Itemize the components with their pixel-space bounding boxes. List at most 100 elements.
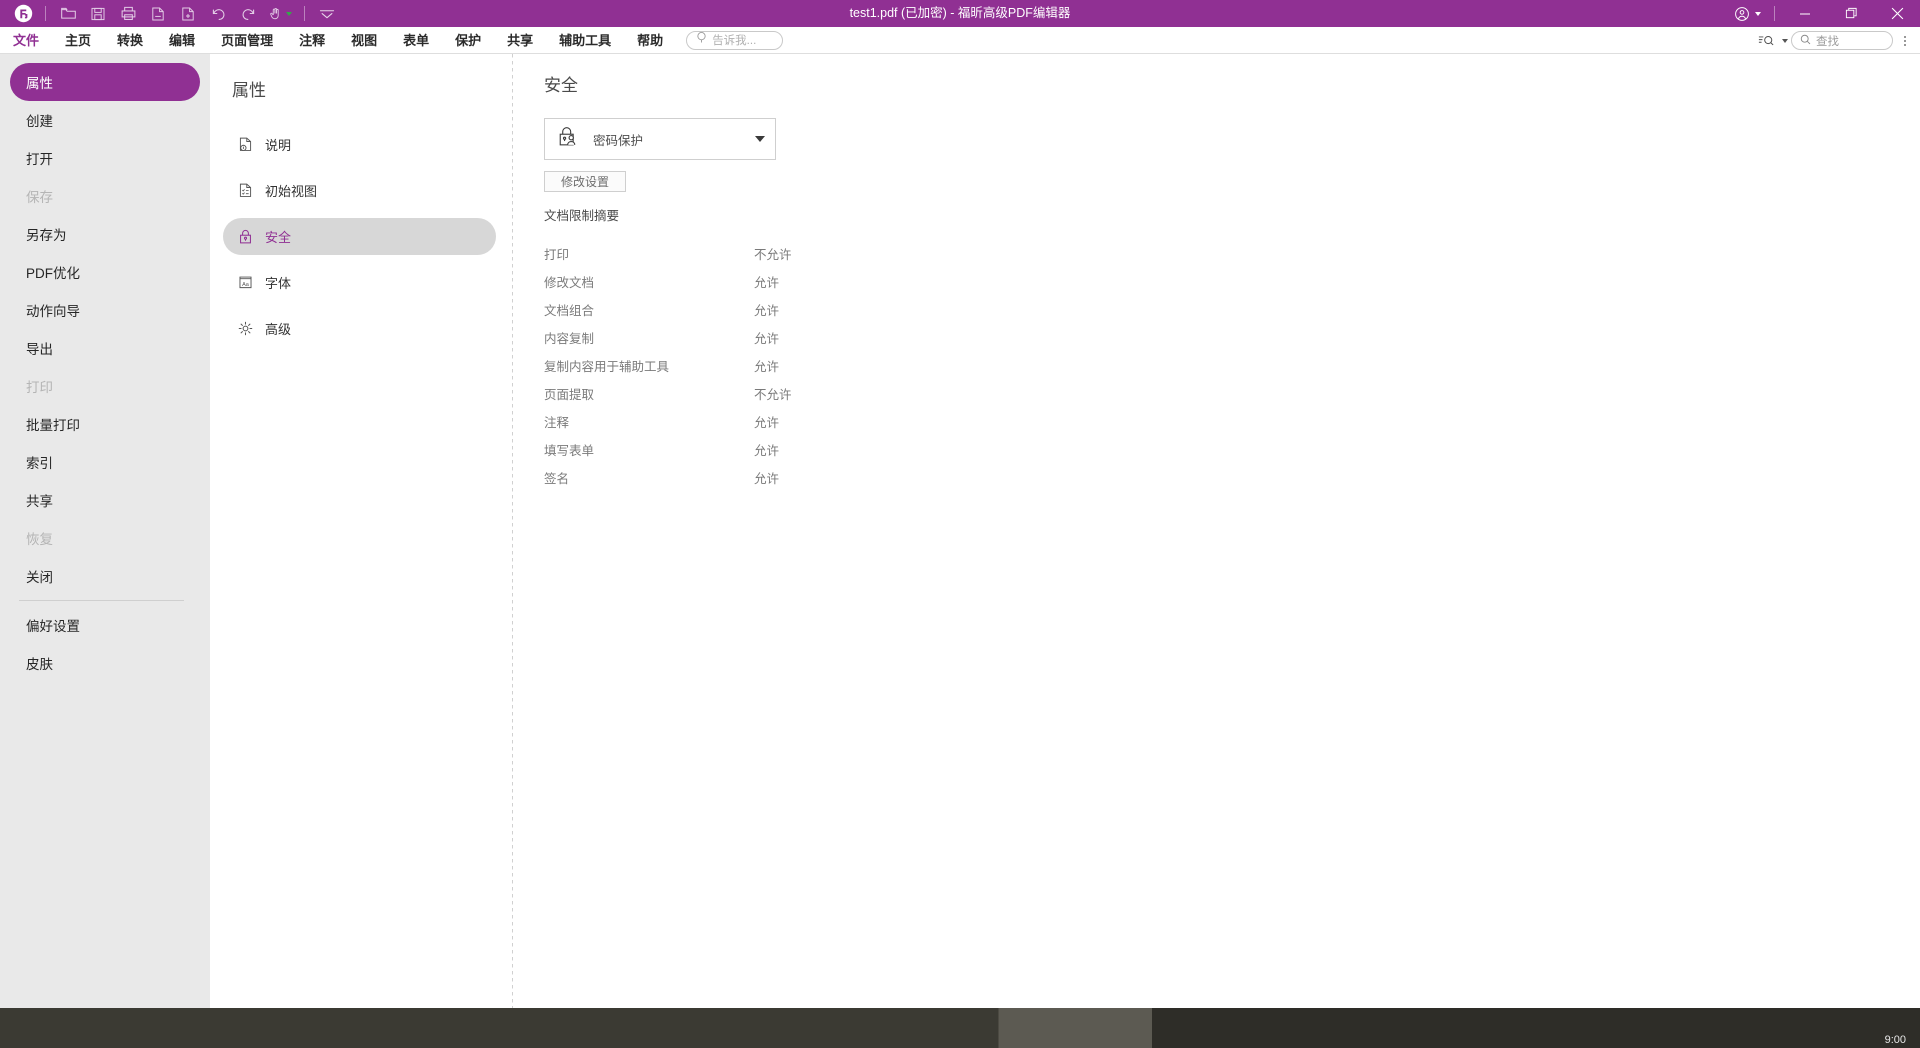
permission-label: 文档组合 xyxy=(544,300,754,319)
permission-label: 签名 xyxy=(544,468,754,487)
security-content-area: 安全 密码保护 修改设置 文档限制摘要 打印 不允许 修改文档 允许 文档组合 xyxy=(513,54,1920,1038)
file-menu-sidebar: 属性 创建 打开 保存 另存为 PDF优化 动作向导 导出 打印 批量打印 索引… xyxy=(0,54,210,1038)
permission-row: 填写表单 允许 xyxy=(544,435,964,463)
sidebar-item-skin[interactable]: 皮肤 xyxy=(0,644,210,682)
redo-icon[interactable] xyxy=(233,0,263,27)
permission-row: 复制内容用于辅助工具 允许 xyxy=(544,351,964,379)
sidebar-item-pdf-optimize[interactable]: PDF优化 xyxy=(0,253,210,291)
menu-tab-comment[interactable]: 注释 xyxy=(286,27,338,54)
permission-value: 允许 xyxy=(754,300,779,319)
lightbulb-icon xyxy=(696,31,707,49)
properties-item-label: 字体 xyxy=(265,273,291,292)
gear-icon xyxy=(236,320,254,338)
sidebar-item-index[interactable]: 索引 xyxy=(0,443,210,481)
menu-tab-page[interactable]: 页面管理 xyxy=(208,27,286,54)
permission-value: 允许 xyxy=(754,468,779,487)
undo-icon[interactable] xyxy=(203,0,233,27)
permission-value: 允许 xyxy=(754,272,779,291)
os-taskbar[interactable]: 9:00 xyxy=(0,1008,1920,1048)
properties-item-advanced[interactable]: 高级 xyxy=(223,310,496,347)
permission-row: 打印 不允许 xyxy=(544,239,964,267)
sidebar-item-save-as[interactable]: 另存为 xyxy=(0,215,210,253)
permission-row: 签名 允许 xyxy=(544,463,964,491)
hand-tool-icon[interactable] xyxy=(263,0,297,27)
toolbar-separator-1 xyxy=(45,6,46,21)
menu-bar: 文件 主页 转换 编辑 页面管理 注释 视图 表单 保护 共享 辅助工具 帮助 … xyxy=(0,27,1920,54)
chevron-down-icon[interactable] xyxy=(755,136,765,142)
properties-item-label: 说明 xyxy=(265,135,291,154)
menu-tab-protect[interactable]: 保护 xyxy=(442,27,494,54)
properties-item-label: 安全 xyxy=(265,227,291,246)
minimize-button[interactable] xyxy=(1782,0,1828,27)
sidebar-item-action-wizard[interactable]: 动作向导 xyxy=(0,291,210,329)
permission-row: 文档组合 允许 xyxy=(544,295,964,323)
permission-value: 允许 xyxy=(754,412,779,431)
account-circle-icon[interactable] xyxy=(1728,0,1767,27)
close-button[interactable] xyxy=(1874,0,1920,27)
properties-item-initial-view[interactable]: 初始视图 xyxy=(223,172,496,209)
open-file-icon[interactable] xyxy=(53,0,83,27)
title-bar: test1.pdf (已加密) - 福昕高级PDF编辑器 xyxy=(0,0,1920,27)
permission-row: 注释 允许 xyxy=(544,407,964,435)
chevron-down-icon[interactable] xyxy=(1782,39,1788,43)
sidebar-item-preferences[interactable]: 偏好设置 xyxy=(0,606,210,644)
content-title: 安全 xyxy=(544,71,578,96)
security-method-value: 密码保护 xyxy=(593,130,743,149)
menu-tab-view[interactable]: 视图 xyxy=(338,27,390,54)
kebab-menu-icon[interactable] xyxy=(1896,36,1914,46)
chevron-down-icon[interactable] xyxy=(312,0,342,27)
properties-panel-title: 属性 xyxy=(232,76,266,101)
restrictions-summary-title: 文档限制摘要 xyxy=(544,205,619,224)
sidebar-item-batch-print[interactable]: 批量打印 xyxy=(0,405,210,443)
menu-tab-form[interactable]: 表单 xyxy=(390,27,442,54)
permission-label: 打印 xyxy=(544,244,754,263)
search-options-icon[interactable] xyxy=(1753,27,1779,54)
permission-label: 页面提取 xyxy=(544,384,754,403)
permission-row: 修改文档 允许 xyxy=(544,267,964,295)
tell-me-search[interactable]: 告诉我... xyxy=(686,31,783,50)
sidebar-item-create[interactable]: 创建 xyxy=(0,101,210,139)
properties-item-security[interactable]: 安全 xyxy=(223,218,496,255)
document-info-icon xyxy=(236,136,254,154)
permission-label: 复制内容用于辅助工具 xyxy=(544,356,754,375)
menu-tab-home[interactable]: 主页 xyxy=(52,27,104,54)
permission-label: 注释 xyxy=(544,412,754,431)
find-placeholder: 查找 xyxy=(1816,33,1839,49)
permission-value: 不允许 xyxy=(754,244,792,263)
find-box[interactable]: 查找 xyxy=(1791,31,1893,50)
permission-row: 页面提取 不允许 xyxy=(544,379,964,407)
menu-tab-convert[interactable]: 转换 xyxy=(104,27,156,54)
change-settings-button[interactable]: 修改设置 xyxy=(544,171,626,192)
permission-value: 允许 xyxy=(754,328,779,347)
menubar-right-tools: 查找 xyxy=(1753,27,1920,54)
permission-label: 内容复制 xyxy=(544,328,754,347)
menu-tab-help[interactable]: 帮助 xyxy=(624,27,676,54)
menu-tab-edit[interactable]: 编辑 xyxy=(156,27,208,54)
properties-panel: 属性 说明 xyxy=(210,54,512,1038)
sidebar-item-properties[interactable]: 属性 xyxy=(10,63,200,101)
permission-label: 修改文档 xyxy=(544,272,754,291)
print-icon[interactable] xyxy=(113,0,143,27)
new-from-file-icon[interactable] xyxy=(173,0,203,27)
taskbar-clock: 9:00 xyxy=(1885,1034,1906,1046)
email-icon[interactable] xyxy=(143,0,173,27)
sidebar-item-export[interactable]: 导出 xyxy=(0,329,210,367)
foxit-g-logo-icon[interactable] xyxy=(8,0,38,27)
sidebar-item-recover: 恢复 xyxy=(0,519,210,557)
menu-tab-share[interactable]: 共享 xyxy=(494,27,546,54)
sidebar-item-share[interactable]: 共享 xyxy=(0,481,210,519)
properties-item-fonts[interactable]: Aa 字体 xyxy=(223,264,496,301)
permission-value: 允许 xyxy=(754,356,779,375)
security-method-dropdown[interactable]: 密码保护 xyxy=(544,118,776,160)
menu-tab-accessibility[interactable]: 辅助工具 xyxy=(546,27,624,54)
search-icon xyxy=(1800,32,1811,50)
properties-nav-list: 说明 初始视图 安全 xyxy=(223,126,496,356)
sidebar-item-close[interactable]: 关闭 xyxy=(0,557,210,595)
restore-button[interactable] xyxy=(1828,0,1874,27)
password-protect-icon xyxy=(557,125,581,154)
properties-item-description[interactable]: 说明 xyxy=(223,126,496,163)
save-icon[interactable] xyxy=(83,0,113,27)
permission-row: 内容复制 允许 xyxy=(544,323,964,351)
sidebar-item-open[interactable]: 打开 xyxy=(0,139,210,177)
menu-tab-file[interactable]: 文件 xyxy=(0,27,52,54)
